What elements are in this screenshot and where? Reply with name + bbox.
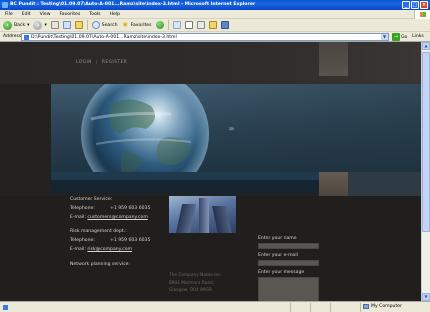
site-nav: LOGIN | REGISTER <box>76 60 127 65</box>
toolbar-separator <box>167 20 169 30</box>
address-line: Glasgow, D04 89GR. <box>169 288 214 293</box>
hero-banner <box>51 84 421 172</box>
back-dropdown-icon[interactable]: ▾ <box>27 23 29 28</box>
banner-lower-band <box>51 180 319 194</box>
search-icon <box>91 21 100 29</box>
refresh-button[interactable] <box>62 21 71 29</box>
page-icon <box>24 34 29 40</box>
address-label: Address <box>3 34 22 39</box>
address-bar: Address D:\Pundit\Testing\01.09.07\Auto-… <box>0 32 430 42</box>
address-input[interactable]: D:\Pundit\Testing\01.09.07\Auto-A-001...… <box>21 33 389 41</box>
menu-file[interactable]: File <box>5 12 13 17</box>
go-arrow-icon: → <box>392 33 400 41</box>
name-input[interactable] <box>258 243 319 249</box>
login-link[interactable]: LOGIN <box>76 60 92 65</box>
forward-dropdown-icon[interactable]: ▾ <box>44 23 46 28</box>
skyscraper-photo <box>169 196 236 233</box>
folder-button[interactable] <box>208 21 217 29</box>
page-viewport: LOGIN | REGISTER ›››› <box>0 42 421 301</box>
back-button[interactable]: ‹ Back ▾ <box>3 20 29 31</box>
telephone-value: +1 959 603 6035 <box>110 205 151 211</box>
contact-phone-row: Telephone: +1 959 603 6035 <box>70 237 150 246</box>
customer-service-heading: Customer Service: <box>70 197 113 202</box>
go-button[interactable]: → Go <box>392 33 407 41</box>
forward-button[interactable]: › ▾ <box>33 20 47 31</box>
contact-email-row: E-mail: customers@company.com <box>70 214 150 223</box>
go-label: Go <box>401 34 408 40</box>
maximize-button[interactable]: □ <box>411 1 419 9</box>
ie-app-icon <box>2 2 8 8</box>
contact-email-row: E-mail: risk@company.com <box>70 246 150 255</box>
telephone-label: Telephone: <box>70 238 95 244</box>
status-bar: My Computer <box>0 301 430 312</box>
menu-tools[interactable]: Tools <box>89 12 100 17</box>
email-label: E-mail: <box>70 214 86 220</box>
standard-toolbar: ‹ Back ▾ › ▾ Search ★ Favorites <box>0 19 430 32</box>
status-page-icon <box>3 305 8 310</box>
contact-phone-row: Telephone: +1 959 603 6035 <box>70 205 150 214</box>
messenger-button[interactable] <box>220 21 229 29</box>
print-button[interactable] <box>184 21 193 29</box>
message-field-label: Enter your message <box>258 270 305 275</box>
address-dropdown-icon[interactable]: ▼ <box>381 34 388 40</box>
company-address: The Company Name Inc. 8901 Marmora Road,… <box>169 272 222 295</box>
window-title-bar[interactable]: BC Pundit : Testing\01.09.07\Auto-A-001.… <box>0 0 430 10</box>
favorites-star-icon: ★ <box>121 20 129 29</box>
email-input[interactable] <box>258 260 319 266</box>
vertical-scrollbar[interactable]: ▲ ▼ <box>421 42 430 301</box>
name-field-label: Enter your name <box>258 236 297 241</box>
register-link[interactable]: REGISTER <box>102 60 127 65</box>
toolbar-separator <box>86 20 88 30</box>
window-controls: _ □ × <box>402 1 428 9</box>
menu-view[interactable]: View <box>40 12 51 17</box>
contacts-column: Customer Service: Telephone: +1 959 603 6… <box>70 196 150 270</box>
menu-favorites[interactable]: Favorites <box>60 12 81 17</box>
scroll-up-icon[interactable]: ▲ <box>422 42 430 50</box>
address-value: D:\Pundit\Testing\01.09.07\Auto-A-001...… <box>31 34 177 40</box>
banner-arrows-icon: ›››› <box>228 124 235 133</box>
windows-logo-icon <box>414 10 430 19</box>
menu-edit[interactable]: Edit <box>22 12 31 17</box>
minimize-button[interactable]: _ <box>402 1 410 9</box>
telephone-label: Telephone: <box>70 205 95 211</box>
window-title: BC Pundit : Testing\01.09.07\Auto-A-001.… <box>10 2 256 7</box>
security-zone: My Computer <box>363 304 402 309</box>
close-button[interactable]: × <box>420 1 428 9</box>
email-label: E-mail: <box>70 246 86 252</box>
zone-label: My Computer <box>371 304 402 309</box>
nav-separator: | <box>95 60 98 65</box>
address-line: The Company Name Inc. <box>169 273 222 278</box>
banner-decor-block <box>319 172 348 196</box>
home-button[interactable] <box>74 21 83 29</box>
back-label: Back <box>14 22 26 28</box>
computer-icon <box>363 304 369 309</box>
favorites-button[interactable]: ★ Favorites <box>122 20 152 31</box>
forward-arrow-icon: › <box>33 20 43 30</box>
network-planning-heading: Network planning service: <box>70 261 131 267</box>
risk-dept-heading: Risk management dept.: <box>70 229 127 235</box>
scroll-thumb[interactable] <box>422 52 430 232</box>
email-field-label: Enter your e-mail <box>258 253 298 258</box>
media-button[interactable] <box>155 21 164 29</box>
address-line: 8901 Marmora Road, <box>169 280 215 286</box>
back-arrow-icon: ‹ <box>3 20 12 30</box>
menu-help[interactable]: Help <box>110 12 120 17</box>
banner-shade <box>51 84 421 172</box>
telephone-value: +1 959 603 6035 <box>110 238 151 244</box>
stop-button[interactable] <box>50 21 59 29</box>
menu-bar: File Edit View Favorites Tools Help <box>0 10 430 19</box>
edit-button[interactable] <box>196 21 205 29</box>
header-decor-block <box>319 42 348 76</box>
scroll-down-icon[interactable]: ▼ <box>422 293 430 301</box>
favorites-label: Favorites <box>130 22 152 28</box>
links-button[interactable]: Links <box>412 34 424 39</box>
customer-email-link[interactable]: customers@company.com <box>87 215 147 220</box>
mail-button[interactable] <box>172 21 181 29</box>
banner-decor-panel <box>348 172 421 196</box>
search-button[interactable]: Search <box>91 20 118 31</box>
site-header <box>0 42 421 84</box>
search-label: Search <box>101 22 118 28</box>
risk-email-link[interactable]: risk@company.com <box>87 247 132 252</box>
